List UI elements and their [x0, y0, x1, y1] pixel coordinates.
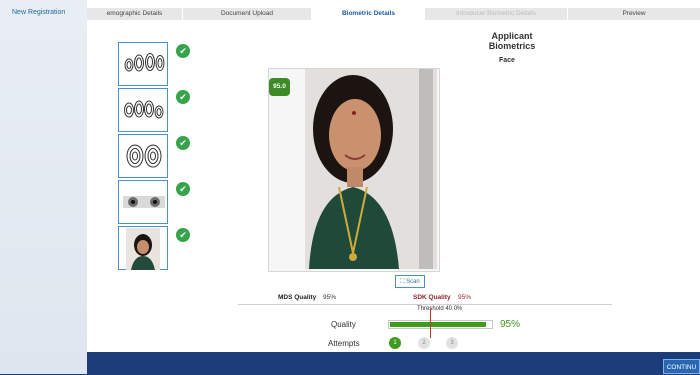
right-hand-fingerprints-thumbnail[interactable]: [118, 88, 168, 132]
attempts-label: Attempts: [328, 339, 360, 348]
left-hand-fingerprints-thumbnail[interactable]: [118, 42, 168, 86]
mds-quality-value: 95%: [323, 294, 337, 301]
tab-introducer-biometric-details: Introducer Biometric Details: [456, 10, 536, 17]
face-score-badge: 95.0: [269, 78, 290, 96]
fingerprint-icon: [124, 100, 164, 119]
mds-quality-label: MDS Quality: [278, 294, 317, 301]
attempt-1[interactable]: 1: [389, 337, 401, 349]
check-icon: ✔: [176, 228, 190, 242]
fingerprint-icon: [126, 144, 162, 168]
divider: [238, 304, 612, 305]
tab-document-upload[interactable]: Document Upload: [183, 8, 311, 20]
face-capture-frame: [268, 68, 471, 272]
sdk-quality-label: SDK Quality: [413, 294, 451, 301]
fingerprint-icon: [124, 53, 165, 72]
tab-preview[interactable]: Preview: [568, 8, 700, 20]
sidebar-item-new-registration[interactable]: New Registration: [12, 9, 65, 16]
sdk-quality-value: 95%: [458, 294, 472, 301]
iris-scan-thumbnail[interactable]: [118, 180, 168, 224]
threshold-marker: [430, 308, 431, 338]
quality-progress-bar: [388, 320, 493, 329]
check-icon: ✔: [176, 136, 190, 150]
scan-button[interactable]: ⛶ Scan: [395, 275, 425, 288]
tab-demographic-details[interactable]: emographic Details: [87, 8, 182, 20]
face-label: Face: [499, 57, 515, 64]
eye-icon: [123, 196, 165, 208]
threshold-label: Threshold 40.0%: [417, 306, 463, 312]
check-icon: ✔: [176, 44, 190, 58]
continue-button[interactable]: CONTINU: [663, 359, 700, 374]
face-photo-icon: [126, 228, 160, 270]
face-photo-thumbnail[interactable]: [118, 226, 168, 270]
tab-bar: emographic Details Document Upload Biome…: [87, 8, 700, 20]
attempt-2[interactable]: 2: [418, 337, 430, 349]
page-title: Applicant Biometrics: [488, 31, 536, 51]
scan-label: Scan: [406, 279, 420, 285]
face-photo-icon: [305, 69, 471, 269]
attempt-3[interactable]: 3: [446, 337, 458, 349]
check-icon: ✔: [176, 90, 190, 104]
main-panel: emographic Details Document Upload Biome…: [87, 0, 700, 352]
sidebar: New Registration: [0, 0, 87, 374]
quality-progress-fill: [390, 322, 486, 327]
quality-percent: 95%: [500, 319, 521, 330]
tab-biometric-details[interactable]: Biometric Details: [312, 8, 425, 20]
check-icon: ✔: [176, 182, 190, 196]
thumb-fingerprints-thumbnail[interactable]: [118, 134, 168, 178]
quality-label: Quality: [331, 320, 356, 329]
scan-icon: ⛶: [400, 279, 405, 285]
